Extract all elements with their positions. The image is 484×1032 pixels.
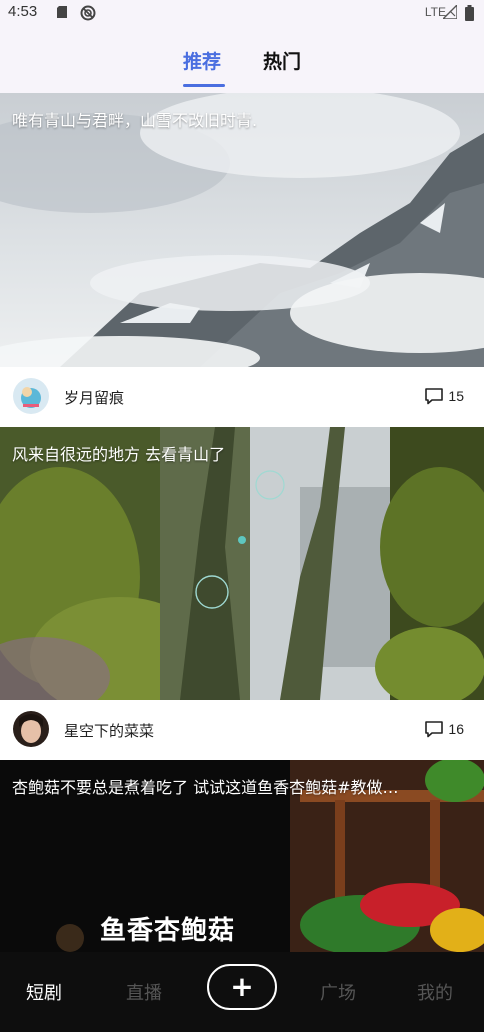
feed-info-row-2: 星空下的菜菜 16 <box>0 700 484 760</box>
comment-icon <box>425 721 444 738</box>
status-bar: 4:53 LTE <box>0 0 484 26</box>
plus-icon: + <box>230 970 254 1003</box>
top-tab-bar: 推荐 热门 <box>0 26 484 93</box>
author-name[interactable]: 星空下的菜菜 <box>64 720 154 741</box>
do-not-disturb-icon <box>80 5 96 21</box>
tab-indicator <box>183 84 225 87</box>
feed-info-row-1: 岁月留痕 15 <box>0 367 484 427</box>
nav-square[interactable]: 广场 <box>320 979 356 1005</box>
signal-icon <box>443 5 457 19</box>
video-title: 唯有青山与君畔，山雪不改旧时青. <box>12 111 258 130</box>
avatar-image <box>13 378 49 414</box>
avatar[interactable] <box>13 711 49 747</box>
video-overlay-caption: 鱼香杏鲍菇 <box>100 916 236 946</box>
video-title: 杏鲍菇不要总是煮着吃了 试试这道鱼香杏鲍菇#教做… <box>12 778 399 797</box>
comment-count: 16 <box>448 721 464 737</box>
feed-video-1[interactable]: 唯有青山与君畔，山雪不改旧时青. <box>0 93 484 367</box>
nav-drama[interactable]: 短剧 <box>26 979 62 1005</box>
comment-icon <box>425 388 444 405</box>
tab-hot[interactable]: 热门 <box>263 47 301 74</box>
bottom-nav-bar: 短剧 直播 + 广场 我的 <box>0 952 484 1032</box>
nav-live[interactable]: 直播 <box>126 979 162 1005</box>
battery-icon <box>465 5 474 21</box>
video-title: 风来自很远的地方 去看青山了 <box>12 445 226 464</box>
comment-button[interactable]: 15 <box>424 386 464 406</box>
mountain-thumbnail <box>0 93 484 367</box>
feed-video-3[interactable]: 杏鲍菇不要总是煮着吃了 试试这道鱼香杏鲍菇#教做… 鱼香杏鲍菇 <box>0 760 484 952</box>
nav-mine[interactable]: 我的 <box>417 979 453 1005</box>
comment-button[interactable]: 16 <box>424 719 464 739</box>
author-name[interactable]: 岁月留痕 <box>64 387 124 408</box>
forest-thumbnail <box>0 427 484 700</box>
tab-recommend[interactable]: 推荐 <box>183 47 221 74</box>
status-time: 4:53 <box>8 3 38 20</box>
comment-count: 15 <box>448 388 464 404</box>
add-button[interactable]: + <box>207 964 277 1010</box>
avatar[interactable] <box>13 378 49 414</box>
sim-card-icon <box>57 6 67 18</box>
avatar-image <box>13 711 49 747</box>
feed-video-2[interactable]: 风来自很远的地方 去看青山了 <box>0 427 484 700</box>
